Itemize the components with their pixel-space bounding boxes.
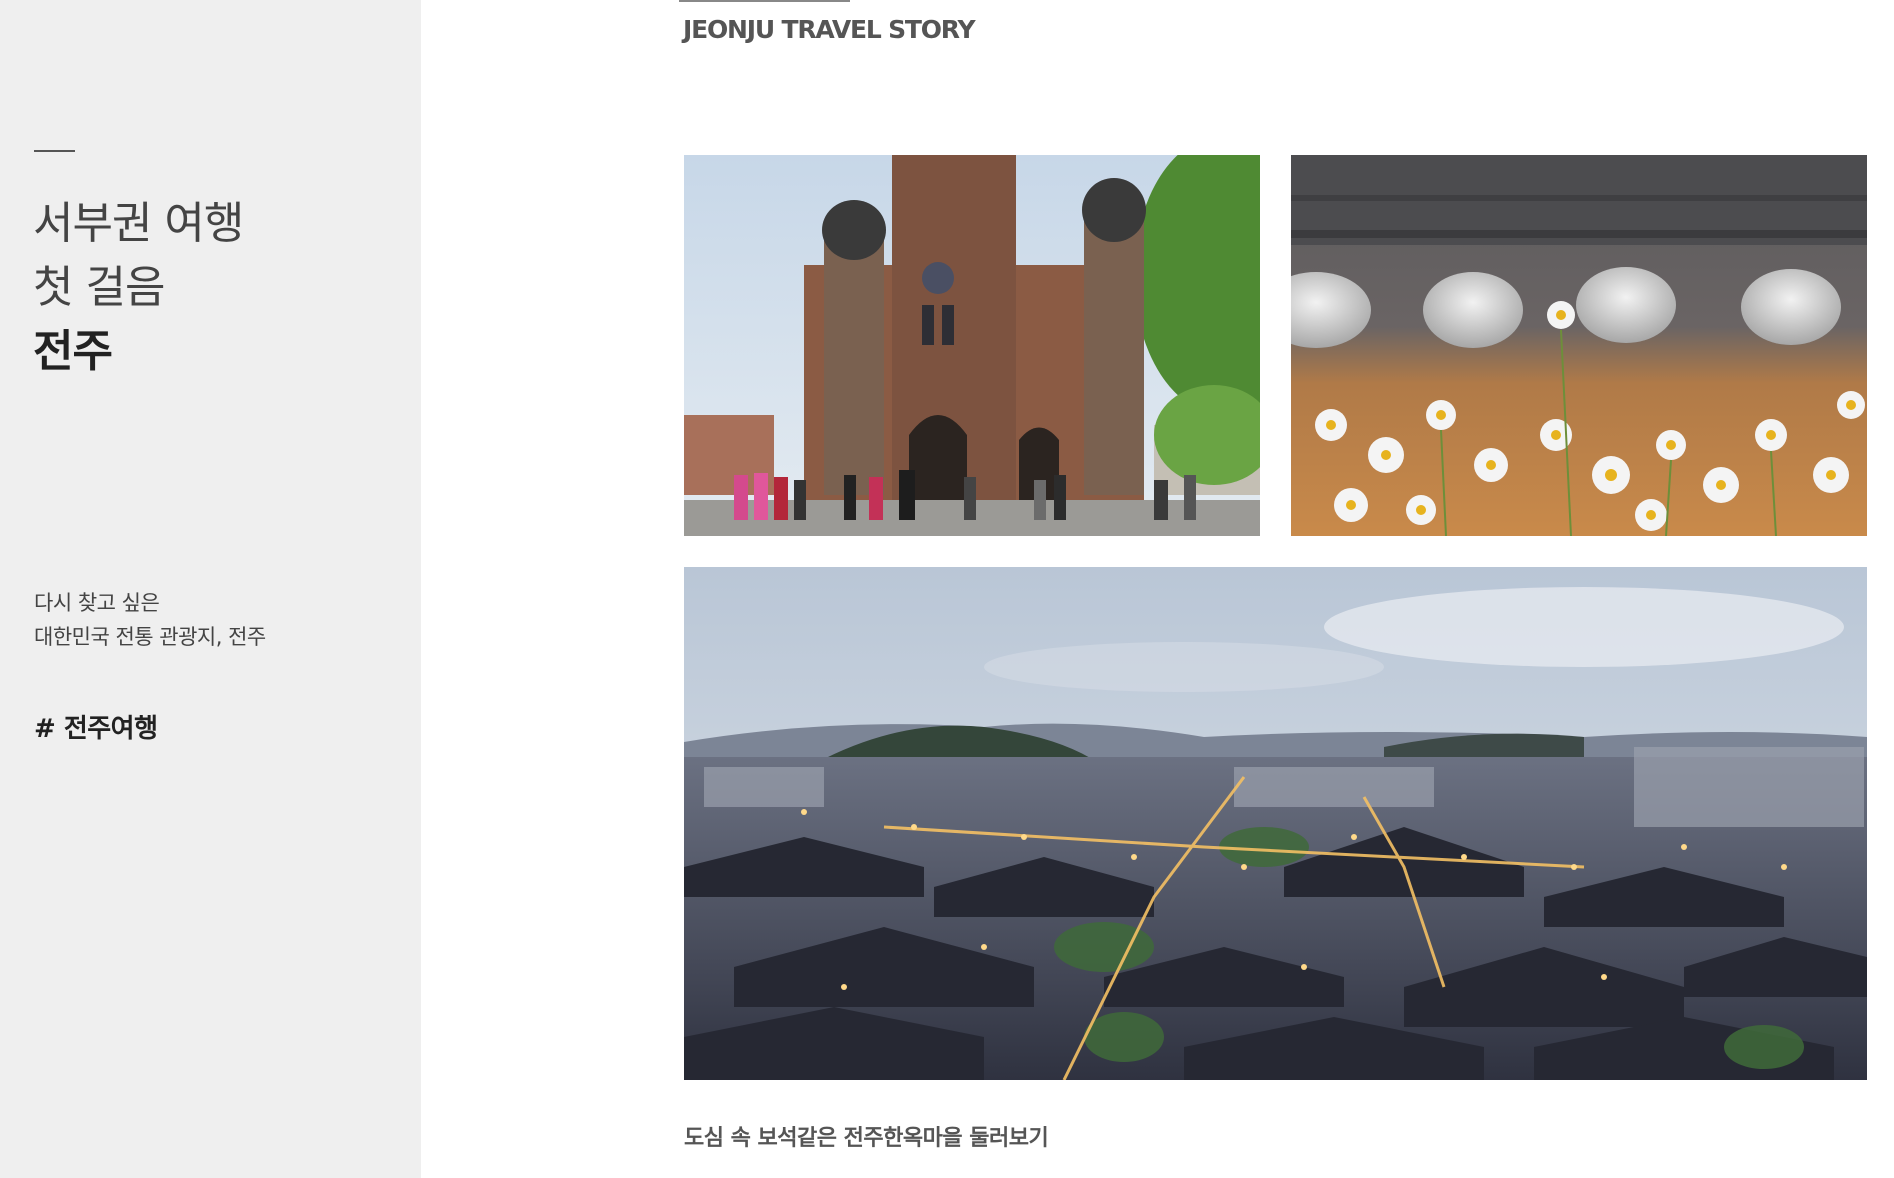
title-dash — [34, 150, 75, 152]
page-title: 서부권 여행 첫 걸음 전주 — [33, 192, 244, 384]
title-line-1: 서부권 여행 — [33, 198, 244, 249]
hashtag-link[interactable]: # 전주여행 — [34, 708, 158, 745]
daisy-roof-photo[interactable] — [1291, 155, 1867, 536]
sidebar: 서부권 여행 첫 걸음 전주 다시 찾고 싶은 대한민국 전통 관광지, 전주 … — [0, 0, 421, 1178]
hanok-village-night-photo[interactable] — [684, 567, 1867, 1080]
title-line-2: 첫 걸음 — [33, 262, 165, 313]
cathedral-image — [684, 155, 1260, 536]
photo-caption-link[interactable]: 도심 속 보석같은 전주한옥마을 둘러보기 — [684, 1120, 1049, 1152]
desc-line-2: 대한민국 전통 관광지, 전주 — [34, 625, 266, 649]
title-strong: 전주 — [33, 326, 113, 377]
section-top-line — [679, 0, 850, 2]
daisy-roof-image — [1291, 155, 1867, 536]
section-label: JEONJU TRAVEL STORY — [683, 15, 976, 44]
cathedral-photo[interactable] — [684, 155, 1260, 536]
hanok-village-image — [684, 567, 1867, 1080]
desc-line-1: 다시 찾고 싶은 — [34, 591, 160, 615]
sidebar-description: 다시 찾고 싶은 대한민국 전통 관광지, 전주 — [34, 586, 266, 654]
